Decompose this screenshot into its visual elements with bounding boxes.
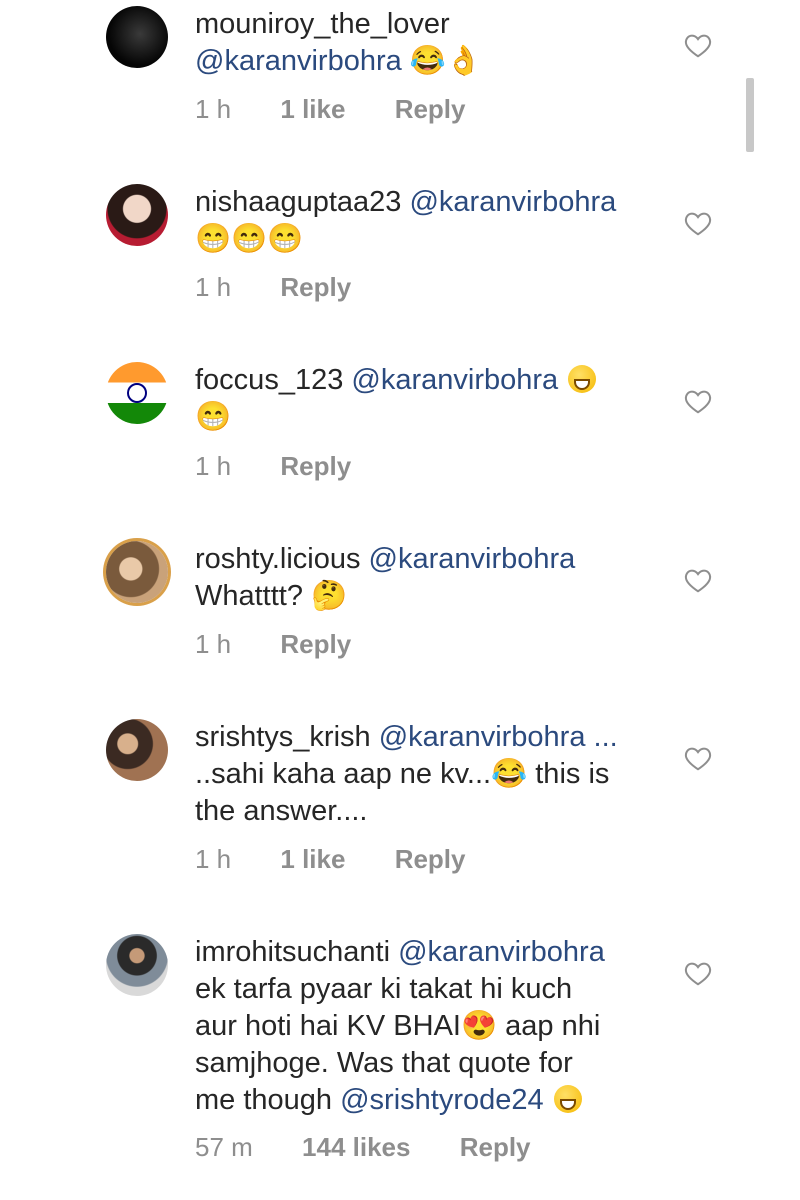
- comment-line: me though: [195, 1084, 333, 1116]
- likes-count[interactable]: 144 likes: [302, 1132, 410, 1162]
- comment-meta: 1 h 1 like Reply: [195, 94, 508, 125]
- comment-username[interactable]: nishaaguptaa23: [195, 186, 401, 218]
- grin-emoji-icon: [568, 365, 597, 393]
- heart-outline-icon[interactable]: [683, 565, 713, 595]
- comment-line: ..sahi kaha aap ne kv...😂 this is: [195, 758, 610, 790]
- reply-button[interactable]: Reply: [280, 629, 351, 659]
- comment-text: nishaaguptaa23 @karanvirbohra 😁😁😁: [195, 184, 670, 258]
- reply-button[interactable]: Reply: [280, 451, 351, 481]
- heart-outline-icon[interactable]: [683, 958, 713, 988]
- heart-outline-icon[interactable]: [683, 743, 713, 773]
- comment-text: mouniroy_the_lover @karanvirbohra 😂👌: [195, 6, 670, 80]
- reply-button[interactable]: Reply: [280, 272, 351, 302]
- timestamp: 57 m: [195, 1132, 253, 1162]
- reply-button[interactable]: Reply: [395, 844, 466, 874]
- timestamp: 1 h: [195, 629, 232, 659]
- comment-username[interactable]: mouniroy_the_lover: [195, 8, 450, 40]
- comment-text: roshty.licious @karanvirbohra Whatttt? 🤔: [195, 541, 670, 615]
- mention-link[interactable]: @karanvirbohra ...: [379, 721, 618, 753]
- mention-link[interactable]: @srishtyrode24: [340, 1084, 544, 1116]
- comment-meta: 57 m 144 likes Reply: [195, 1132, 573, 1163]
- mention-link[interactable]: @karanvirbohra: [409, 186, 616, 218]
- likes-count[interactable]: 1 like: [280, 94, 345, 124]
- avatar[interactable]: [106, 6, 168, 68]
- comment-username[interactable]: foccus_123: [195, 364, 343, 396]
- avatar[interactable]: [106, 184, 168, 246]
- likes-count[interactable]: 1 like: [280, 844, 345, 874]
- reply-button[interactable]: Reply: [395, 94, 466, 124]
- heart-outline-icon[interactable]: [683, 386, 713, 416]
- heart-outline-icon[interactable]: [683, 208, 713, 238]
- comment-username[interactable]: imrohitsuchanti: [195, 936, 390, 968]
- chakra-icon: [127, 383, 147, 403]
- comment-username[interactable]: roshty.licious: [195, 543, 360, 575]
- comment-username[interactable]: srishtys_krish: [195, 721, 371, 753]
- mention-link[interactable]: @karanvirbohra 😂👌: [195, 45, 482, 77]
- timestamp: 1 h: [195, 451, 232, 481]
- comment-line: 😁😁😁: [195, 223, 304, 255]
- heart-outline-icon[interactable]: [683, 30, 713, 60]
- comment-line: ek tarfa pyaar ki takat hi kuch: [195, 973, 573, 1005]
- comment-text: foccus_123 @karanvirbohra 😁: [195, 362, 670, 436]
- avatar[interactable]: [106, 934, 168, 996]
- comment-text: srishtys_krish @karanvirbohra ... ..sahi…: [195, 719, 670, 830]
- comment-meta: 1 h Reply: [195, 629, 393, 660]
- comment-line: aur hoti hai KV BHAI😍 aap nhi: [195, 1010, 601, 1042]
- comment-meta: 1 h Reply: [195, 272, 393, 303]
- comment-line: 😁: [195, 401, 232, 433]
- comment-line: samjhoge. Was that quote for: [195, 1047, 573, 1079]
- avatar[interactable]: [106, 719, 168, 781]
- comment-meta: 1 h 1 like Reply: [195, 844, 508, 875]
- avatar[interactable]: [106, 362, 168, 424]
- timestamp: 1 h: [195, 844, 232, 874]
- reply-button[interactable]: Reply: [460, 1132, 531, 1162]
- avatar[interactable]: [106, 541, 168, 603]
- comment-line: Whatttt? 🤔: [195, 580, 348, 612]
- timestamp: 1 h: [195, 272, 232, 302]
- comment-meta: 1 h Reply: [195, 451, 393, 482]
- timestamp: 1 h: [195, 94, 232, 124]
- mention-link[interactable]: @karanvirbohra: [398, 936, 605, 968]
- mention-link[interactable]: @karanvirbohra: [369, 543, 576, 575]
- comment-line: the answer....: [195, 795, 368, 827]
- sweat-smile-emoji-icon: [553, 1085, 582, 1113]
- comment-text: imrohitsuchanti @karanvirbohra ek tarfa …: [195, 934, 670, 1119]
- scrollbar-thumb[interactable]: [746, 78, 754, 152]
- mention-link[interactable]: @karanvirbohra: [351, 364, 558, 396]
